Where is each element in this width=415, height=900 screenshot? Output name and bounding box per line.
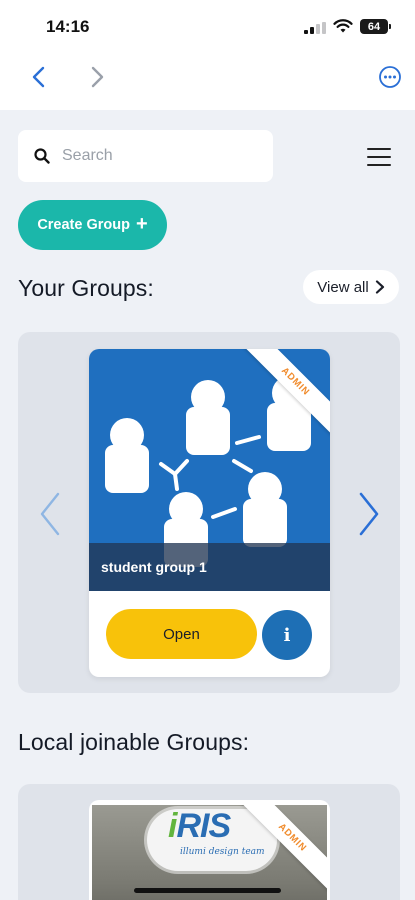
chevron-left-icon[interactable]	[28, 64, 50, 90]
battery-tip	[389, 24, 391, 29]
carousel-next-icon[interactable]	[355, 490, 383, 538]
create-group-button[interactable]: Create Group +	[18, 200, 167, 250]
battery-indicator: 64	[360, 19, 388, 34]
local-groups-title: Local joinable Groups:	[18, 729, 250, 755]
admin-badge: ADMIN	[241, 349, 330, 436]
info-button[interactable]: i	[262, 610, 312, 660]
local-group-image: iRIS illumi design team ADMIN	[92, 805, 327, 900]
cellular-signal-icon	[304, 22, 326, 34]
carousel-prev-icon[interactable]	[36, 490, 64, 538]
chevron-right-icon	[375, 280, 384, 294]
iris-logo: iRIS	[168, 807, 231, 845]
chevron-right-icon[interactable]	[86, 64, 108, 90]
group-image: ADMIN student group 1	[89, 349, 330, 591]
status-time: 14:16	[46, 17, 90, 36]
view-all-label: View all	[317, 278, 369, 296]
local-group-card[interactable]: iRIS illumi design team ADMIN	[89, 800, 330, 900]
group-name: student group 1	[89, 543, 330, 591]
home-indicator	[134, 888, 281, 893]
open-group-button[interactable]: Open	[106, 609, 257, 659]
view-all-button[interactable]: View all	[303, 270, 399, 304]
wifi-icon	[333, 19, 353, 33]
ellipsis-circle-icon[interactable]	[378, 65, 402, 89]
admin-badge: ADMIN	[238, 805, 327, 892]
your-groups-title: Your Groups:	[18, 275, 154, 301]
admin-ribbon: ADMIN	[237, 805, 327, 895]
group-card[interactable]: ADMIN student group 1 Open i	[89, 349, 330, 677]
hamburger-menu-icon[interactable]	[367, 148, 391, 168]
create-group-label: Create Group	[37, 217, 130, 233]
search-input[interactable]	[62, 147, 252, 165]
plus-icon: +	[135, 213, 148, 235]
search-icon	[34, 148, 50, 164]
search-box[interactable]	[18, 130, 273, 182]
admin-ribbon: ADMIN	[240, 349, 330, 439]
